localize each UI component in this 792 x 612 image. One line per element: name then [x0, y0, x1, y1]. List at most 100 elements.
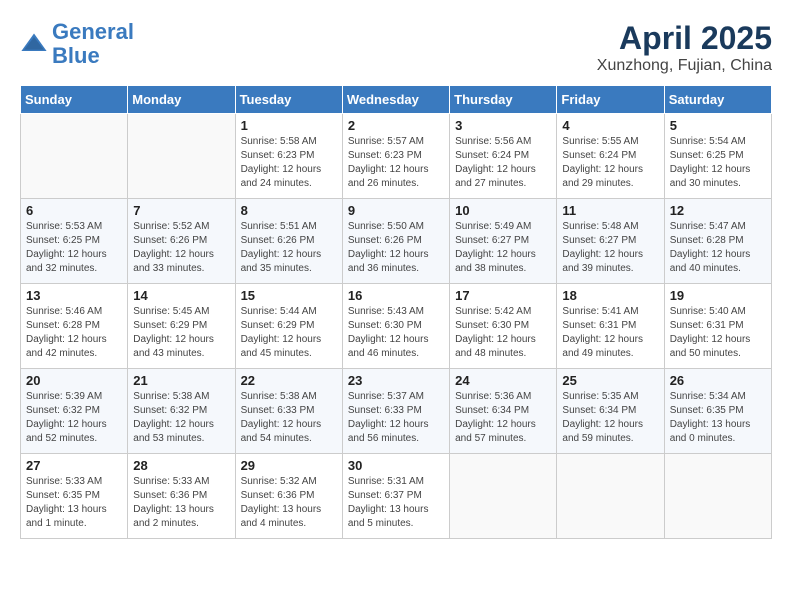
calendar-cell: 13 Sunrise: 5:46 AM Sunset: 6:28 PM Dayli… — [21, 284, 128, 369]
day-info: Sunrise: 5:31 AM Sunset: 6:37 PM Dayligh… — [348, 475, 444, 531]
calendar-cell: 20Sunrise: 5:39 AM Sunset: 6:32 PM Dayli… — [21, 369, 128, 454]
weekday-header-sunday: Sunday — [21, 86, 128, 114]
weekday-header-tuesday: Tuesday — [235, 86, 342, 114]
calendar-table: SundayMondayTuesdayWednesdayThursdayFrid… — [20, 85, 772, 539]
calendar-cell: 26 Sunrise: 5:34 AM Sunset: 6:35 PM Dayli… — [664, 369, 771, 454]
day-info: Sunrise: 5:52 AM Sunset: 6:26 PM Dayligh… — [133, 220, 229, 276]
calendar-week-2: 6Sunrise: 5:53 AM Sunset: 6:25 PM Daylig… — [21, 199, 772, 284]
day-number: 11 — [562, 203, 658, 218]
calendar-cell: 4 Sunrise: 5:55 AM Sunset: 6:24 PM Daylig… — [557, 114, 664, 199]
day-number: 25 — [562, 373, 658, 388]
calendar-cell: 19 Sunrise: 5:40 AM Sunset: 6:31 PM Dayli… — [664, 284, 771, 369]
logo-line2: Blue — [52, 43, 100, 68]
calendar-cell: 29Sunrise: 5:32 AM Sunset: 6:36 PM Dayli… — [235, 454, 342, 539]
day-info: Sunrise: 5:36 AM Sunset: 6:34 PM Dayligh… — [455, 390, 551, 446]
day-info: Sunrise: 5:57 AM Sunset: 6:23 PM Dayligh… — [348, 135, 444, 191]
day-info: Sunrise: 5:47 AM Sunset: 6:28 PM Dayligh… — [670, 220, 766, 276]
calendar-cell: 7Sunrise: 5:52 AM Sunset: 6:26 PM Daylig… — [128, 199, 235, 284]
day-number: 5 — [670, 118, 766, 133]
calendar-cell — [21, 114, 128, 199]
day-info: Sunrise: 5:38 AM Sunset: 6:32 PM Dayligh… — [133, 390, 229, 446]
day-number: 21 — [133, 373, 229, 388]
weekday-header-wednesday: Wednesday — [342, 86, 449, 114]
title-block: April 2025 Xunzhong, Fujian, China — [597, 20, 772, 75]
day-info: Sunrise: 5:45 AM Sunset: 6:29 PM Dayligh… — [133, 305, 229, 361]
day-number: 2 — [348, 118, 444, 133]
day-number: 14 — [133, 288, 229, 303]
day-number: 1 — [241, 118, 337, 133]
day-number: 16 — [348, 288, 444, 303]
day-info: Sunrise: 5:58 AM Sunset: 6:23 PM Dayligh… — [241, 135, 337, 191]
calendar-cell: 23 Sunrise: 5:37 AM Sunset: 6:33 PM Dayli… — [342, 369, 449, 454]
day-info: Sunrise: 5:33 AM Sunset: 6:36 PM Dayligh… — [133, 475, 229, 531]
day-number: 20 — [26, 373, 122, 388]
calendar-cell: 30 Sunrise: 5:31 AM Sunset: 6:37 PM Dayli… — [342, 454, 449, 539]
day-info: Sunrise: 5:55 AM Sunset: 6:24 PM Dayligh… — [562, 135, 658, 191]
calendar-cell: 14 Sunrise: 5:45 AM Sunset: 6:29 PM Dayli… — [128, 284, 235, 369]
day-info: Sunrise: 5:33 AM Sunset: 6:35 PM Dayligh… — [26, 475, 122, 531]
page-header: General Blue April 2025 Xunzhong, Fujian… — [20, 20, 772, 75]
day-number: 12 — [670, 203, 766, 218]
day-number: 17 — [455, 288, 551, 303]
logo-icon — [20, 30, 48, 58]
day-number: 28 — [133, 458, 229, 473]
day-number: 4 — [562, 118, 658, 133]
day-info: Sunrise: 5:46 AM Sunset: 6:28 PM Dayligh… — [26, 305, 122, 361]
calendar-cell: 5 Sunrise: 5:54 AM Sunset: 6:25 PM Daylig… — [664, 114, 771, 199]
day-number: 13 — [26, 288, 122, 303]
calendar-cell — [128, 114, 235, 199]
day-number: 30 — [348, 458, 444, 473]
day-info: Sunrise: 5:34 AM Sunset: 6:35 PM Dayligh… — [670, 390, 766, 446]
logo-line1: General — [52, 19, 134, 44]
day-number: 24 — [455, 373, 551, 388]
day-info: Sunrise: 5:56 AM Sunset: 6:24 PM Dayligh… — [455, 135, 551, 191]
calendar-week-1: 1 Sunrise: 5:58 AM Sunset: 6:23 PM Daylig… — [21, 114, 772, 199]
calendar-cell: 22 Sunrise: 5:38 AM Sunset: 6:33 PM Dayli… — [235, 369, 342, 454]
day-number: 23 — [348, 373, 444, 388]
calendar-cell: 6Sunrise: 5:53 AM Sunset: 6:25 PM Daylig… — [21, 199, 128, 284]
day-number: 9 — [348, 203, 444, 218]
day-number: 19 — [670, 288, 766, 303]
day-info: Sunrise: 5:42 AM Sunset: 6:30 PM Dayligh… — [455, 305, 551, 361]
calendar-cell: 21 Sunrise: 5:38 AM Sunset: 6:32 PM Dayli… — [128, 369, 235, 454]
calendar-cell: 2 Sunrise: 5:57 AM Sunset: 6:23 PM Daylig… — [342, 114, 449, 199]
day-info: Sunrise: 5:41 AM Sunset: 6:31 PM Dayligh… — [562, 305, 658, 361]
day-info: Sunrise: 5:35 AM Sunset: 6:34 PM Dayligh… — [562, 390, 658, 446]
day-info: Sunrise: 5:50 AM Sunset: 6:26 PM Dayligh… — [348, 220, 444, 276]
calendar-cell: 18Sunrise: 5:41 AM Sunset: 6:31 PM Dayli… — [557, 284, 664, 369]
calendar-cell: 16 Sunrise: 5:43 AM Sunset: 6:30 PM Dayli… — [342, 284, 449, 369]
day-number: 27 — [26, 458, 122, 473]
calendar-cell: 3Sunrise: 5:56 AM Sunset: 6:24 PM Daylig… — [450, 114, 557, 199]
logo-text: General Blue — [52, 20, 134, 68]
day-info: Sunrise: 5:40 AM Sunset: 6:31 PM Dayligh… — [670, 305, 766, 361]
calendar-week-4: 20Sunrise: 5:39 AM Sunset: 6:32 PM Dayli… — [21, 369, 772, 454]
weekday-header-saturday: Saturday — [664, 86, 771, 114]
weekday-header-row: SundayMondayTuesdayWednesdayThursdayFrid… — [21, 86, 772, 114]
day-info: Sunrise: 5:44 AM Sunset: 6:29 PM Dayligh… — [241, 305, 337, 361]
calendar-cell — [450, 454, 557, 539]
day-info: Sunrise: 5:53 AM Sunset: 6:25 PM Dayligh… — [26, 220, 122, 276]
calendar-cell: 8 Sunrise: 5:51 AM Sunset: 6:26 PM Daylig… — [235, 199, 342, 284]
weekday-header-thursday: Thursday — [450, 86, 557, 114]
calendar-cell: 1 Sunrise: 5:58 AM Sunset: 6:23 PM Daylig… — [235, 114, 342, 199]
day-number: 8 — [241, 203, 337, 218]
day-info: Sunrise: 5:51 AM Sunset: 6:26 PM Dayligh… — [241, 220, 337, 276]
calendar-cell: 15 Sunrise: 5:44 AM Sunset: 6:29 PM Dayli… — [235, 284, 342, 369]
day-info: Sunrise: 5:38 AM Sunset: 6:33 PM Dayligh… — [241, 390, 337, 446]
weekday-header-monday: Monday — [128, 86, 235, 114]
day-number: 29 — [241, 458, 337, 473]
day-number: 22 — [241, 373, 337, 388]
location: Xunzhong, Fujian, China — [597, 57, 772, 75]
calendar-cell: 12 Sunrise: 5:47 AM Sunset: 6:28 PM Dayli… — [664, 199, 771, 284]
calendar-cell: 10Sunrise: 5:49 AM Sunset: 6:27 PM Dayli… — [450, 199, 557, 284]
day-info: Sunrise: 5:54 AM Sunset: 6:25 PM Dayligh… — [670, 135, 766, 191]
day-number: 26 — [670, 373, 766, 388]
calendar-cell: 11Sunrise: 5:48 AM Sunset: 6:27 PM Dayli… — [557, 199, 664, 284]
day-number: 15 — [241, 288, 337, 303]
month-title: April 2025 — [597, 20, 772, 57]
day-info: Sunrise: 5:49 AM Sunset: 6:27 PM Dayligh… — [455, 220, 551, 276]
day-info: Sunrise: 5:37 AM Sunset: 6:33 PM Dayligh… — [348, 390, 444, 446]
calendar-cell: 27 Sunrise: 5:33 AM Sunset: 6:35 PM Dayli… — [21, 454, 128, 539]
calendar-cell: 9 Sunrise: 5:50 AM Sunset: 6:26 PM Daylig… — [342, 199, 449, 284]
day-info: Sunrise: 5:43 AM Sunset: 6:30 PM Dayligh… — [348, 305, 444, 361]
